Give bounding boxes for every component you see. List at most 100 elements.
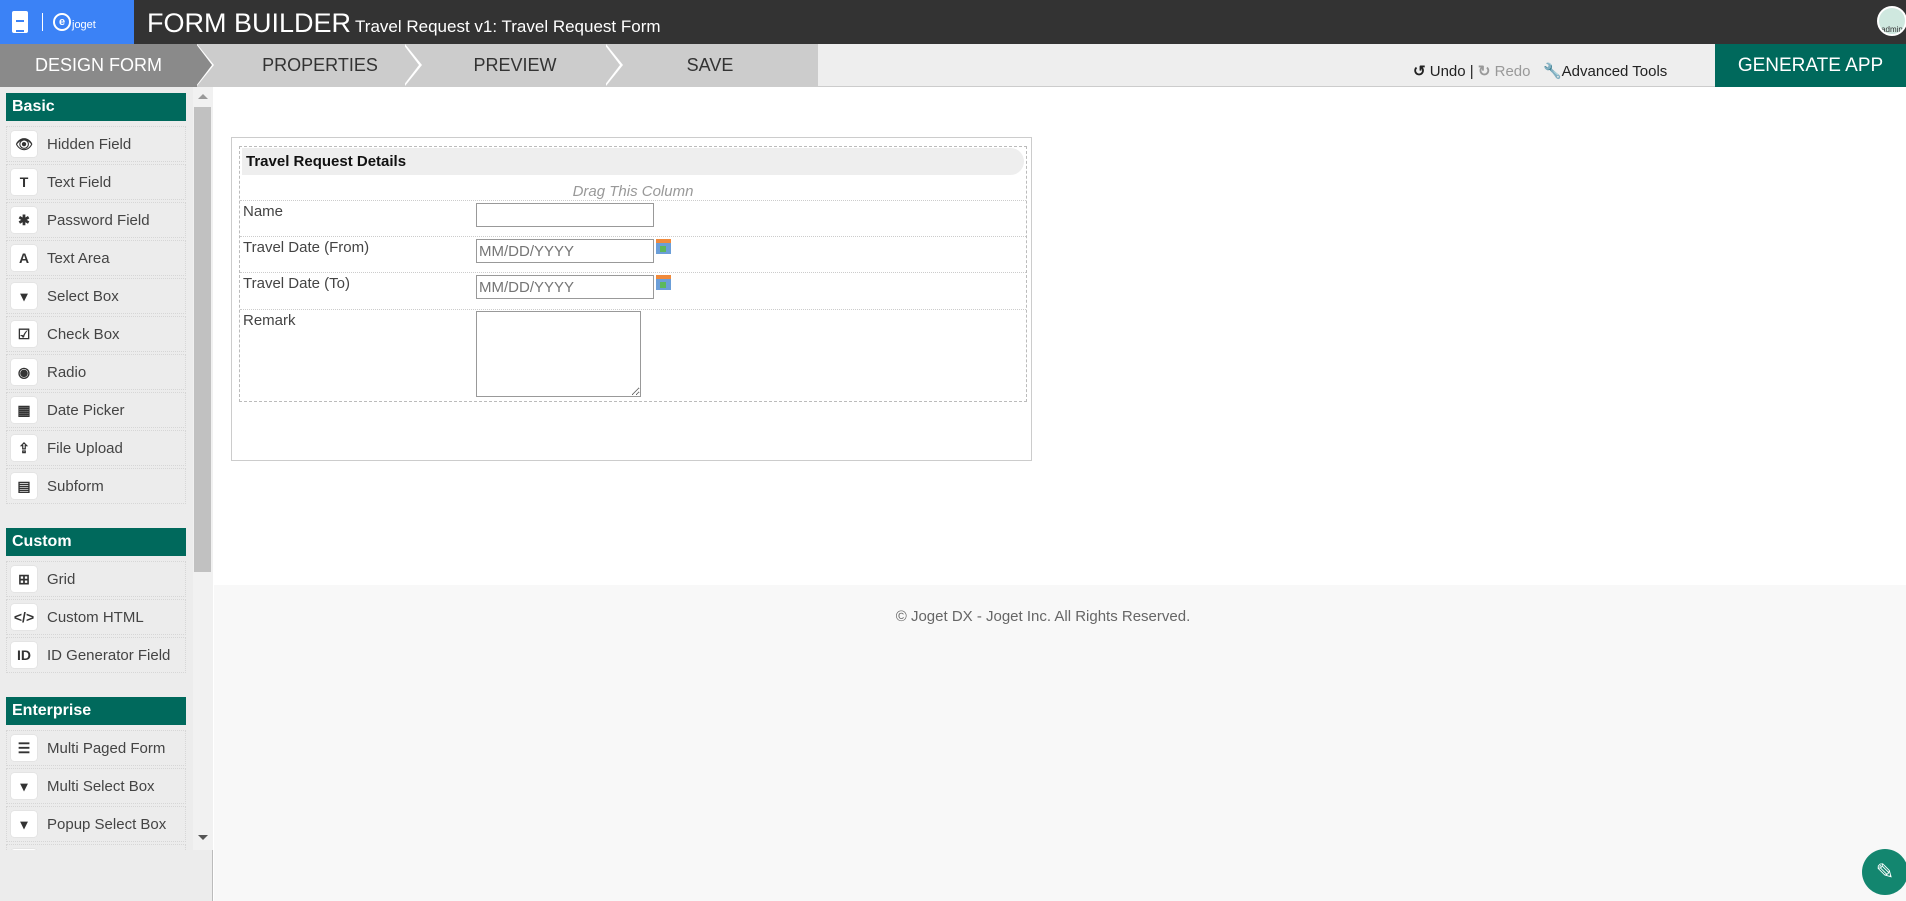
palette-item-grid[interactable]: ⊞ Grid <box>6 561 186 597</box>
element-icon: 👁 <box>11 131 37 157</box>
element-icon: A <box>11 245 37 271</box>
palette-item-label: Text Field <box>47 173 112 191</box>
palette-item-label: Text Area <box>47 249 110 267</box>
palette-scrollbar[interactable] <box>193 87 213 850</box>
app-title: FORM BUILDER <box>147 8 352 38</box>
palette-item-label: Password Field <box>47 211 150 229</box>
palette-item-id-generator-field[interactable]: ID ID Generator Field <box>6 637 186 673</box>
form-field-name[interactable]: Name <box>240 200 1026 236</box>
element-icon: </> <box>11 604 37 630</box>
palette-item-multi-select-box[interactable]: ▾ Multi Select Box <box>6 768 186 804</box>
palette-item-popup-select-box[interactable]: ▾ Popup Select Box <box>6 806 186 842</box>
palette-item-label: Hidden Field <box>47 135 132 153</box>
page-title: FORM BUILDER Travel Request v1: Travel Re… <box>147 8 661 39</box>
tab-label: PREVIEW <box>473 55 557 75</box>
field-label: Name <box>243 203 284 220</box>
form-section[interactable]: Travel Request Details Drag This Column … <box>239 146 1027 402</box>
palette-item-password-field[interactable]: ✱ Password Field <box>6 202 186 238</box>
chevron-divider <box>196 44 212 86</box>
form-field-travel-date-to[interactable]: Travel Date (To) <box>240 272 1026 309</box>
palette-item-multi-paged-form[interactable]: ☰ Multi Paged Form <box>6 730 186 766</box>
palette-item-subform[interactable]: ▤ Subform <box>6 468 186 504</box>
element-icon: ☰ <box>11 735 37 761</box>
tab-properties[interactable]: PROPERTIES <box>215 44 425 87</box>
name-input[interactable] <box>476 203 654 227</box>
palette-item-radio[interactable]: ◉ Radio <box>6 354 186 390</box>
tab-preview[interactable]: PREVIEW <box>420 44 610 87</box>
element-icon: ▾ <box>11 283 37 309</box>
field-label: Remark <box>243 312 296 329</box>
palette-item-label: Select Box <box>47 287 119 305</box>
copyright-text: © Joget DX - Joget Inc. All Rights Reser… <box>895 608 1191 625</box>
element-icon: ▾ <box>11 773 37 799</box>
palette-item-label: Custom HTML <box>47 608 144 626</box>
palette-item-check-box[interactable]: ☑ Check Box <box>6 316 186 352</box>
element-icon: ▦ <box>11 849 37 850</box>
palette-item-custom-html[interactable]: </> Custom HTML <box>6 599 186 635</box>
remark-textarea[interactable] <box>476 311 641 397</box>
user-avatar[interactable]: admin <box>1877 6 1906 36</box>
chevron-divider <box>604 44 620 86</box>
pencil-icon: ✎ <box>1875 859 1895 884</box>
scroll-down-icon[interactable] <box>198 835 208 840</box>
category-custom: Custom <box>6 528 186 556</box>
palette-item-label: Multi Paged Form <box>47 739 166 757</box>
advanced-tools-label: Advanced Tools <box>1561 63 1668 80</box>
travel-date-to-input[interactable] <box>476 275 654 299</box>
palette-item-label: File Upload <box>47 439 123 457</box>
palette-item-label: Check Box <box>47 325 120 343</box>
palette-item-text-field[interactable]: T Text Field <box>6 164 186 200</box>
generate-app-button[interactable]: GENERATE APP <box>1715 44 1906 87</box>
palette-item-calculation-field[interactable]: ▦Calculation Field <box>6 844 186 850</box>
form-field-remark[interactable]: Remark <box>240 309 1026 400</box>
wrench-icon: 🔧 <box>1542 63 1562 80</box>
redo-button[interactable]: ↻ Redo <box>1478 63 1531 80</box>
toolbar: ↺ Undo | ↻ Redo 🔧Advanced Tools <box>1413 62 1667 80</box>
tab-label: PROPERTIES <box>262 55 378 75</box>
scroll-up-icon[interactable] <box>198 94 208 99</box>
logo-text: joget <box>72 19 96 31</box>
section-title[interactable]: Travel Request Details <box>242 148 1024 175</box>
separator: | <box>1469 63 1474 80</box>
avatar-label: admin <box>1881 25 1903 34</box>
element-icon: ⇪ <box>11 435 37 461</box>
document-icon <box>12 11 28 33</box>
undo-label: Undo <box>1429 63 1466 80</box>
calendar-icon[interactable] <box>656 275 671 290</box>
palette-item-label: Grid <box>47 570 76 588</box>
form-subtitle: Travel Request v1: Travel Request Form <box>355 17 661 36</box>
drag-column-hint[interactable]: Drag This Column <box>240 183 1026 200</box>
palette-item-label: Radio <box>47 363 87 381</box>
top-bar: e joget FORM BUILDER Travel Request v1: Tr… <box>0 0 1906 44</box>
element-icon: ▾ <box>11 811 37 837</box>
redo-icon: ↻ <box>1477 63 1491 80</box>
scroll-thumb[interactable] <box>194 107 211 572</box>
edit-button[interactable]: ✎ <box>1862 849 1906 895</box>
form-canvas: Travel Request Details Drag This Column … <box>231 137 1032 461</box>
palette-item-date-picker[interactable]: ▦ Date Picker <box>6 392 186 428</box>
form-field-travel-date-from[interactable]: Travel Date (From) <box>240 236 1026 272</box>
element-icon: ✱ <box>11 207 37 233</box>
element-icon: ⊞ <box>11 566 37 592</box>
tab-save[interactable]: SAVE <box>620 44 800 87</box>
undo-icon: ↺ <box>1413 63 1426 80</box>
travel-date-from-input[interactable] <box>476 239 654 263</box>
chevron-divider <box>403 44 419 86</box>
joget-logo-mark: e joget <box>53 13 96 31</box>
element-icon: ☑ <box>11 321 37 347</box>
category-enterprise: Enterprise <box>6 697 186 725</box>
palette-item-label: Popup Select Box <box>47 815 167 833</box>
palette-item-label: ID Generator Field <box>47 646 171 664</box>
palette-item-text-area[interactable]: A Text Area <box>6 240 186 276</box>
tab-label: DESIGN FORM <box>34 55 162 75</box>
palette-item-select-box[interactable]: ▾ Select Box <box>6 278 186 314</box>
undo-button[interactable]: ↺ Undo <box>1413 63 1466 80</box>
joget-logo[interactable]: e joget <box>0 0 134 44</box>
calendar-icon[interactable] <box>656 239 671 254</box>
palette-item-hidden-field[interactable]: 👁 Hidden Field <box>6 126 186 162</box>
generate-app-label: GENERATE APP <box>1737 55 1884 76</box>
redo-label: Redo <box>1494 63 1531 80</box>
advanced-tools-button[interactable]: 🔧Advanced Tools <box>1543 63 1667 80</box>
palette-item-file-upload[interactable]: ⇪ File Upload <box>6 430 186 466</box>
tab-design-form[interactable]: DESIGN FORM <box>0 44 197 87</box>
